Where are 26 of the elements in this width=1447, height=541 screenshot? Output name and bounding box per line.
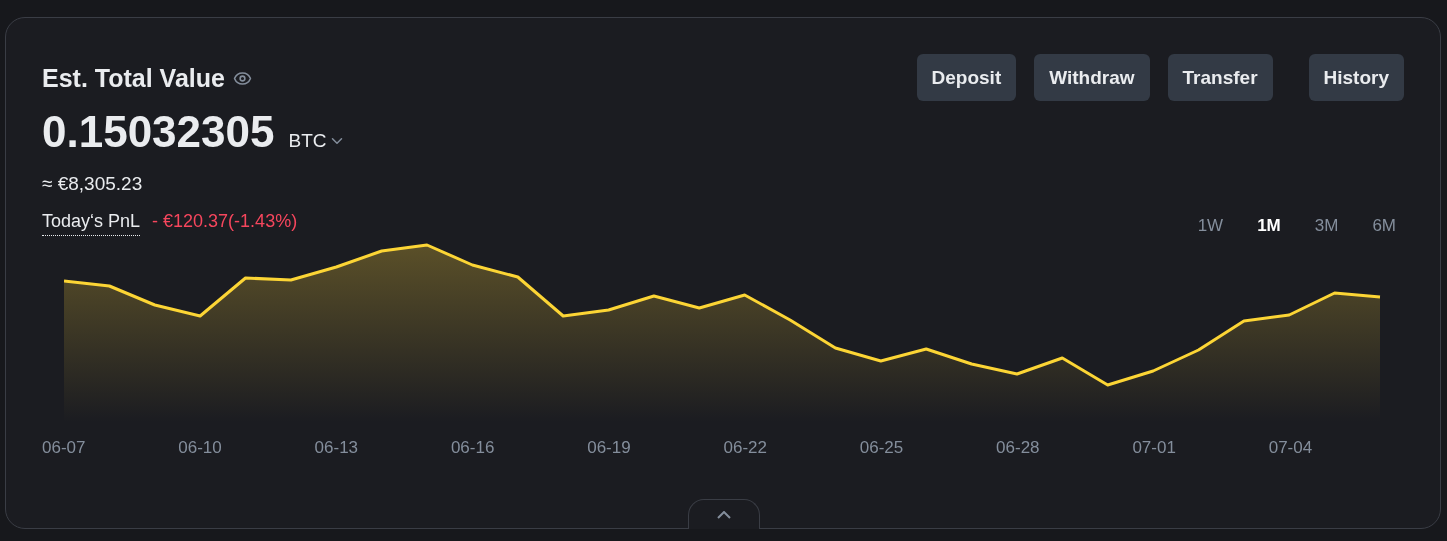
x-axis-label: 06-19 [587, 438, 632, 458]
x-axis-label: 06-25 [859, 438, 905, 458]
action-button[interactable]: History [1308, 54, 1404, 101]
period-tab[interactable]: 3M [1314, 216, 1339, 236]
balance-amount: 0.15032305 [42, 107, 275, 157]
chevron-up-icon [717, 510, 731, 519]
pnl-label[interactable]: Today‘s PnL [42, 211, 141, 236]
x-axis-label: 06-28 [996, 438, 1041, 458]
period-tab[interactable]: 6M [1372, 216, 1396, 236]
x-axis-label: 07-01 [1132, 438, 1177, 458]
action-button[interactable]: Deposit [916, 54, 1017, 101]
currency-selector[interactable]: BTC [288, 130, 347, 152]
eye-icon[interactable] [232, 69, 252, 88]
x-axis-label: 06-07 [42, 438, 87, 458]
period-tab[interactable]: 1W [1197, 216, 1224, 236]
action-button[interactable]: Withdraw [1034, 54, 1150, 101]
x-axis-label: 06-16 [450, 438, 496, 458]
title: Est. Total Value [42, 64, 225, 93]
fiat-value: ≈ €8,305.23 [42, 173, 144, 195]
x-axis-label: 06-13 [314, 438, 360, 458]
action-button[interactable]: Transfer [1167, 54, 1273, 101]
pnl-value: - €120.37(-1.43%) [152, 211, 298, 232]
x-axis-label: 07-04 [1268, 438, 1314, 458]
x-axis-label: 06-22 [723, 438, 768, 458]
period-tab[interactable]: 1M [1257, 216, 1281, 236]
x-axis-label: 06-10 [178, 438, 223, 458]
